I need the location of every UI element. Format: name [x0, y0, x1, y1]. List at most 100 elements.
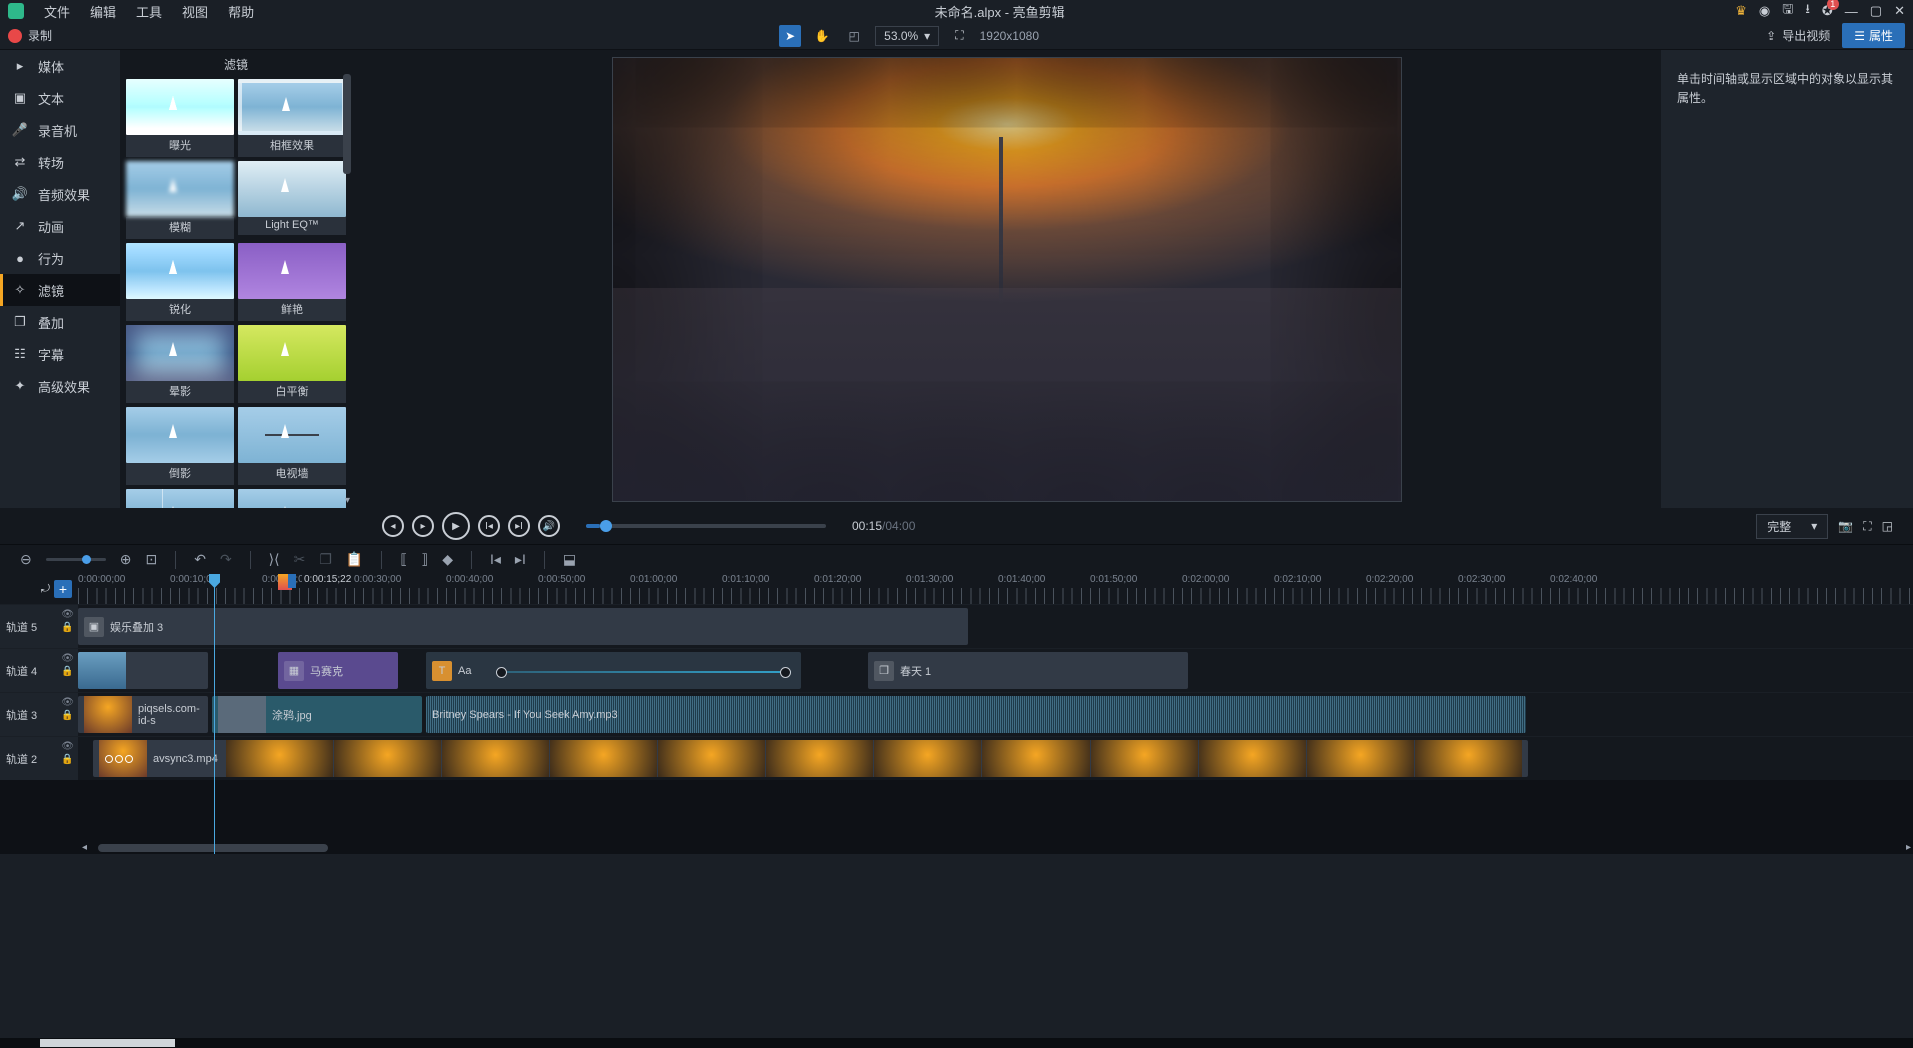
- properties-button[interactable]: ☰ 属性: [1842, 23, 1905, 48]
- track-content[interactable]: ▣ 娱乐叠加 3: [78, 605, 1913, 648]
- filter-lighteq[interactable]: Light EQ™: [238, 161, 346, 239]
- detach-icon[interactable]: ◲: [1882, 519, 1893, 533]
- snapshot-icon[interactable]: 📷: [1838, 519, 1853, 533]
- fit-icon[interactable]: ⛶: [955, 28, 963, 43]
- sidebar-item-behavior[interactable]: ●行为: [0, 242, 120, 274]
- scrollbar-thumb[interactable]: [343, 74, 351, 174]
- clip-overlay[interactable]: ▣ 娱乐叠加 3: [78, 608, 968, 645]
- sidebar-item-media[interactable]: ▸媒体: [0, 50, 120, 82]
- filter-vsplit[interactable]: 垂直分割: [126, 489, 234, 508]
- sidebar-item-overlay[interactable]: ❐叠加: [0, 306, 120, 338]
- download-icon[interactable]: ⭳: [1805, 0, 1810, 22]
- eye-icon[interactable]: 👁: [61, 609, 74, 620]
- lock-icon[interactable]: 🔒: [61, 622, 74, 633]
- mark-out-icon[interactable]: ⟧: [421, 551, 428, 568]
- step-fwd-button[interactable]: ▸: [412, 515, 434, 537]
- zoom-out-icon[interactable]: ⊖: [20, 551, 32, 568]
- track-label[interactable]: 轨道 2 👁🔒: [0, 737, 78, 780]
- fit-select[interactable]: 完整 ▾: [1756, 514, 1828, 539]
- sidebar-item-subtitle[interactable]: ☷字幕: [0, 338, 120, 370]
- clip-piqsels[interactable]: piqsels.com-id-s: [78, 696, 208, 733]
- clip-graffiti[interactable]: 涂鸦.jpg: [212, 696, 422, 733]
- zoom-slider[interactable]: [46, 558, 106, 561]
- undo-icon[interactable]: ↶: [194, 551, 206, 568]
- goto-start-icon[interactable]: I◂: [490, 551, 501, 568]
- filter-vivid[interactable]: 鲜艳: [238, 243, 346, 321]
- clip-avsync[interactable]: avsync3.mp4: [93, 740, 1528, 777]
- chevron-down-icon[interactable]: ▾: [345, 495, 350, 506]
- prev-frame-button[interactable]: I◂: [478, 515, 500, 537]
- taskbar-item[interactable]: [40, 1039, 175, 1047]
- paste-icon[interactable]: 📋: [346, 551, 363, 568]
- track-label[interactable]: 轨道 5 👁🔒: [0, 605, 78, 648]
- step-back-button[interactable]: ◂: [382, 515, 404, 537]
- mark-in-icon[interactable]: ⟦: [400, 551, 407, 568]
- clip-spring[interactable]: ❐ 春天 1: [868, 652, 1188, 689]
- split-icon[interactable]: ⟩⟨: [269, 551, 280, 568]
- playhead[interactable]: [214, 574, 215, 854]
- account-icon[interactable]: ◉: [1759, 3, 1770, 19]
- play-button[interactable]: ▶: [442, 512, 470, 540]
- filter-blur[interactable]: 模糊: [126, 161, 234, 239]
- filter-scrollbar[interactable]: ▾: [342, 74, 352, 508]
- preview-canvas[interactable]: [612, 57, 1402, 502]
- sidebar-item-audio-fx[interactable]: 🔊音频效果: [0, 178, 120, 210]
- volume-button[interactable]: 🔊: [538, 515, 560, 537]
- eye-icon[interactable]: 👁: [61, 653, 74, 664]
- track-content[interactable]: avsync3.mp4: [78, 737, 1913, 780]
- sidebar-item-text[interactable]: ▣文本: [0, 82, 120, 114]
- clip-ramp[interactable]: [496, 671, 791, 673]
- filter-partial-mosaic[interactable]: 部分马赛克: [238, 489, 346, 508]
- seek-thumb[interactable]: [600, 520, 612, 532]
- eye-icon[interactable]: 👁: [61, 697, 74, 708]
- sidebar-item-filter[interactable]: ✧滤镜: [0, 274, 120, 306]
- fit-timeline-icon[interactable]: ⊡: [145, 551, 157, 568]
- cut-icon[interactable]: ✂: [294, 551, 306, 568]
- maximize-icon[interactable]: ▢: [1870, 3, 1882, 19]
- fullscreen-icon[interactable]: ⛶: [1863, 519, 1871, 534]
- clip-audio-britney[interactable]: Britney Spears - If You Seek Amy.mp3: [426, 696, 1526, 733]
- filter-reflect[interactable]: 倒影: [126, 407, 234, 485]
- sidebar-item-advanced[interactable]: ✦高级效果: [0, 370, 120, 402]
- eye-icon[interactable]: 👁: [61, 741, 74, 752]
- lock-icon[interactable]: 🔒: [61, 754, 74, 765]
- clip-mosaic[interactable]: ▦ 马赛克: [278, 652, 398, 689]
- lock-icon[interactable]: 🔒: [61, 710, 74, 721]
- filter-whitebalance[interactable]: 白平衡: [238, 325, 346, 403]
- clip-text-aa[interactable]: T Aa: [426, 652, 801, 689]
- redo-icon[interactable]: ↷: [220, 551, 232, 568]
- chevron-left-icon[interactable]: ◂: [82, 842, 87, 853]
- zoom-select[interactable]: 53.0% ▾: [875, 26, 939, 46]
- sidebar-item-animation[interactable]: ↗动画: [0, 210, 120, 242]
- track-content[interactable]: ▦ 马赛克 T Aa ❐ 春天 1: [78, 649, 1913, 692]
- marker-add-icon[interactable]: ⬓: [563, 551, 576, 568]
- export-button[interactable]: ⇪ 导出视频: [1766, 27, 1830, 44]
- menu-help[interactable]: 帮助: [218, 2, 264, 21]
- filter-vignette[interactable]: 晕影: [126, 325, 234, 403]
- track-label[interactable]: 轨道 3 👁🔒: [0, 693, 78, 736]
- filter-frame[interactable]: 相框效果: [238, 79, 346, 157]
- timeline-ruler[interactable]: 0:00:15;22 0:00:00;00 0:00:10;00 0:00:20…: [78, 574, 1913, 604]
- menu-edit[interactable]: 编辑: [80, 2, 126, 21]
- close-icon[interactable]: ✕: [1894, 3, 1905, 19]
- copy-icon[interactable]: ❐: [319, 551, 332, 568]
- sidebar-item-transition[interactable]: ⇄转场: [0, 146, 120, 178]
- timeline-hscroll[interactable]: ◂ ▸: [78, 842, 1901, 854]
- sidebar-item-recorder[interactable]: 🎤录音机: [0, 114, 120, 146]
- track-label[interactable]: 轨道 4 👁🔒: [0, 649, 78, 692]
- hscroll-thumb[interactable]: [98, 844, 328, 852]
- clip-image[interactable]: [78, 652, 208, 689]
- menu-view[interactable]: 视图: [172, 2, 218, 21]
- zoom-in-icon[interactable]: ⊕: [120, 551, 132, 568]
- tag-icon[interactable]: ◆: [442, 551, 453, 568]
- menu-file[interactable]: 文件: [34, 2, 80, 21]
- goto-end-icon[interactable]: ▸I: [515, 551, 526, 568]
- out-marker[interactable]: [288, 574, 296, 588]
- notification-icon[interactable]: ✪: [1822, 3, 1833, 19]
- crown-icon[interactable]: ♛: [1735, 3, 1747, 19]
- next-frame-button[interactable]: ▸I: [508, 515, 530, 537]
- minimize-icon[interactable]: —: [1845, 4, 1858, 19]
- filter-sharpen[interactable]: 锐化: [126, 243, 234, 321]
- crop-tool[interactable]: ◰: [843, 25, 865, 47]
- save-icon[interactable]: 🖫: [1782, 0, 1793, 22]
